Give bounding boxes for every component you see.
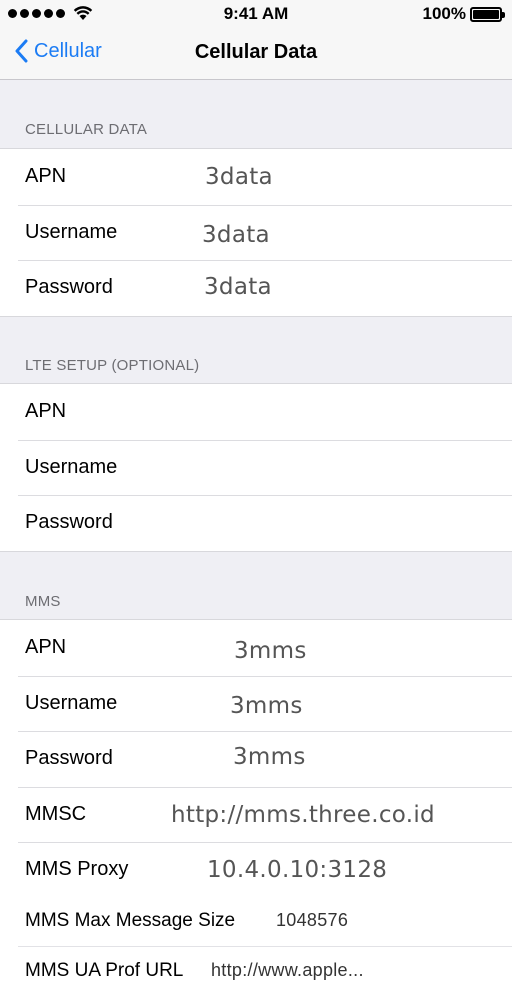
- mms-group: APN 3mms Username 3mms Password 3mms MMS…: [0, 619, 512, 898]
- mms-max-size-row[interactable]: MMS Max Message Size 1048576: [0, 897, 512, 949]
- field-label: MMS Proxy: [25, 858, 129, 880]
- section-header-lte-setup: LTE SETUP (OPTIONAL): [25, 357, 200, 374]
- field-label: Username: [25, 220, 118, 243]
- section-header-mms: MMS: [25, 593, 61, 610]
- navigation-bar: Cellular Cellular Data: [0, 28, 512, 80]
- cellular-apn-row[interactable]: APN 3data: [0, 149, 512, 205]
- cellular-password-field[interactable]: 3data: [204, 274, 272, 300]
- mms-ua-prof-url-row[interactable]: MMS UA Prof URL http://www.apple...: [0, 947, 512, 999]
- mmsc-field[interactable]: http://mms.three.co.id: [171, 802, 435, 828]
- mms-username-row[interactable]: Username 3mms: [0, 675, 512, 732]
- field-label: Username: [25, 691, 118, 714]
- field-label: Password: [25, 747, 113, 769]
- mms-password-field[interactable]: 3mms: [233, 744, 306, 770]
- cellular-username-field[interactable]: 3data: [202, 222, 270, 248]
- lte-password-row[interactable]: Password: [0, 495, 512, 551]
- field-label: APN: [25, 400, 67, 422]
- lte-setup-group: APN Username Password: [0, 383, 512, 552]
- mms-max-size-field[interactable]: 1048576: [276, 910, 348, 931]
- cellular-password-row[interactable]: Password 3data: [0, 260, 512, 316]
- mms-extra-group: MMS Max Message Size 1048576 MMS UA Prof…: [0, 897, 512, 1007]
- field-label: APN: [25, 636, 67, 658]
- status-bar: 9:41 AM 100%: [0, 0, 512, 28]
- mms-password-row[interactable]: Password 3mms: [0, 731, 512, 787]
- battery-indicator: 100%: [422, 4, 505, 24]
- mms-proxy-row[interactable]: MMS Proxy 10.4.0.10:3128: [0, 842, 512, 898]
- field-label: MMSC: [25, 802, 87, 825]
- field-label: APN: [25, 165, 67, 187]
- cellular-username-row[interactable]: Username 3data: [0, 204, 512, 261]
- cellular-data-group: APN 3data Username 3data Password 3data: [0, 148, 512, 317]
- mmsc-row[interactable]: MMSC http://mms.three.co.id: [0, 786, 512, 843]
- field-label: Password: [25, 511, 113, 533]
- field-label: MMS Max Message Size: [25, 910, 236, 931]
- section-header-cellular-data: CELLULAR DATA: [25, 121, 148, 138]
- mms-ua-prof-url-field[interactable]: http://www.apple...: [211, 960, 364, 981]
- page-title: Cellular Data: [194, 41, 318, 63]
- battery-icon: [470, 6, 505, 22]
- cellular-apn-field[interactable]: 3data: [205, 164, 273, 190]
- field-label: Password: [25, 276, 113, 298]
- mms-apn-row[interactable]: APN 3mms: [0, 620, 512, 676]
- lte-apn-row[interactable]: APN: [0, 384, 512, 440]
- battery-percent: 100%: [422, 4, 466, 23]
- field-label: MMS UA Prof URL: [25, 960, 184, 981]
- field-label: Username: [25, 455, 118, 478]
- mms-apn-field[interactable]: 3mms: [234, 638, 307, 664]
- mms-proxy-field[interactable]: 10.4.0.10:3128: [207, 857, 387, 883]
- lte-username-row[interactable]: Username: [0, 439, 512, 496]
- mms-username-field[interactable]: 3mms: [230, 693, 303, 719]
